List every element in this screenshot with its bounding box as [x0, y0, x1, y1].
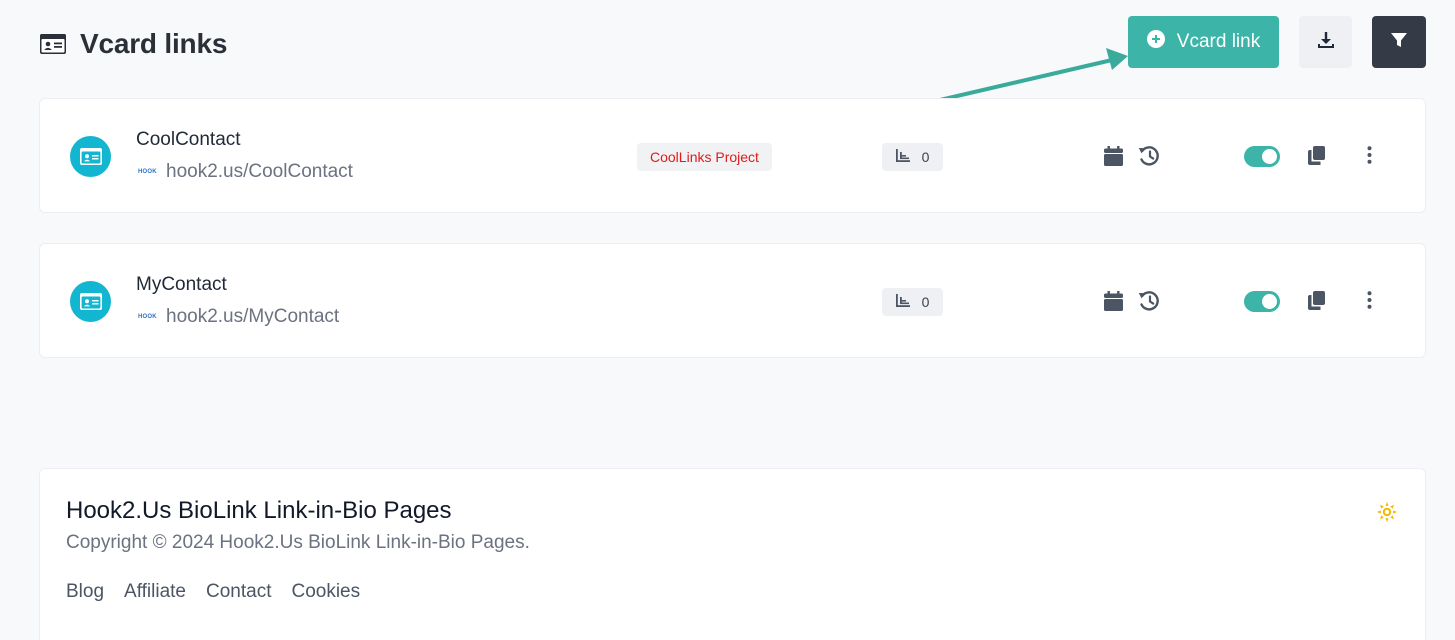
vcard-avatar-icon — [70, 136, 111, 177]
enabled-toggle[interactable] — [1244, 146, 1280, 167]
id-card-icon — [40, 34, 66, 54]
site-footer: Hook2.Us BioLink Link-in-Bio Pages Copyr… — [39, 468, 1426, 640]
footer-link-affiliate[interactable]: Affiliate — [124, 581, 186, 603]
vcard-link-row[interactable]: CoolContact HOOK hook2.us/CoolContact Co… — [39, 98, 1426, 213]
page-title: Vcard links — [80, 28, 228, 59]
add-vcard-link-button[interactable]: Vcard link — [1128, 16, 1279, 68]
vcard-link-url-group: HOOK hook2.us/MyContact — [138, 306, 339, 328]
plus-circle-icon — [1146, 30, 1165, 54]
duplicate-icon[interactable] — [1308, 291, 1325, 310]
enabled-toggle[interactable] — [1244, 291, 1280, 312]
bar-chart-icon — [895, 294, 910, 310]
add-vcard-link-label: Vcard link — [1176, 31, 1261, 52]
statistics-badge[interactable]: 0 — [882, 288, 943, 316]
bar-chart-icon — [895, 149, 910, 165]
download-icon — [1317, 31, 1335, 54]
footer-link-blog[interactable]: Blog — [66, 581, 104, 603]
calendar-icon[interactable] — [1104, 291, 1123, 311]
footer-link-contact[interactable]: Contact — [206, 581, 271, 603]
history-icon[interactable] — [1138, 290, 1160, 312]
duplicate-icon[interactable] — [1308, 146, 1325, 165]
vcard-link-row[interactable]: MyContact HOOK hook2.us/MyContact 0 — [39, 243, 1426, 358]
project-badge[interactable]: CoolLinks Project — [637, 143, 772, 171]
download-button[interactable] — [1299, 16, 1352, 68]
vcard-link-url[interactable]: hook2.us/CoolContact — [166, 161, 353, 183]
toggle-knob — [1262, 294, 1277, 309]
more-options-icon[interactable] — [1367, 291, 1372, 309]
statistics-count: 0 — [921, 149, 930, 165]
footer-link-cookies[interactable]: Cookies — [291, 581, 360, 603]
hook-logo: HOOK — [138, 169, 157, 175]
vcard-link-name[interactable]: MyContact — [136, 274, 227, 296]
footer-copyright: Copyright © 2024 Hook2.Us BioLink Link-i… — [66, 532, 530, 553]
footer-links: Blog Affiliate Contact Cookies — [66, 581, 360, 603]
sun-icon[interactable] — [1377, 502, 1397, 527]
vcard-link-url[interactable]: hook2.us/MyContact — [166, 306, 339, 328]
filter-icon — [1390, 31, 1408, 54]
toggle-knob — [1262, 149, 1277, 164]
calendar-icon[interactable] — [1104, 146, 1123, 166]
page-header: Vcard links — [40, 26, 227, 62]
statistics-badge[interactable]: 0 — [882, 143, 943, 171]
more-options-icon[interactable] — [1367, 146, 1372, 164]
vcard-link-url-group: HOOK hook2.us/CoolContact — [138, 161, 353, 183]
statistics-count: 0 — [921, 294, 930, 310]
vcard-avatar-icon — [70, 281, 111, 322]
vcard-link-name[interactable]: CoolContact — [136, 129, 241, 151]
footer-title: Hook2.Us BioLink Link-in-Bio Pages — [66, 497, 452, 524]
hook-logo: HOOK — [138, 314, 157, 320]
history-icon[interactable] — [1138, 145, 1160, 167]
filter-button[interactable] — [1372, 16, 1426, 68]
